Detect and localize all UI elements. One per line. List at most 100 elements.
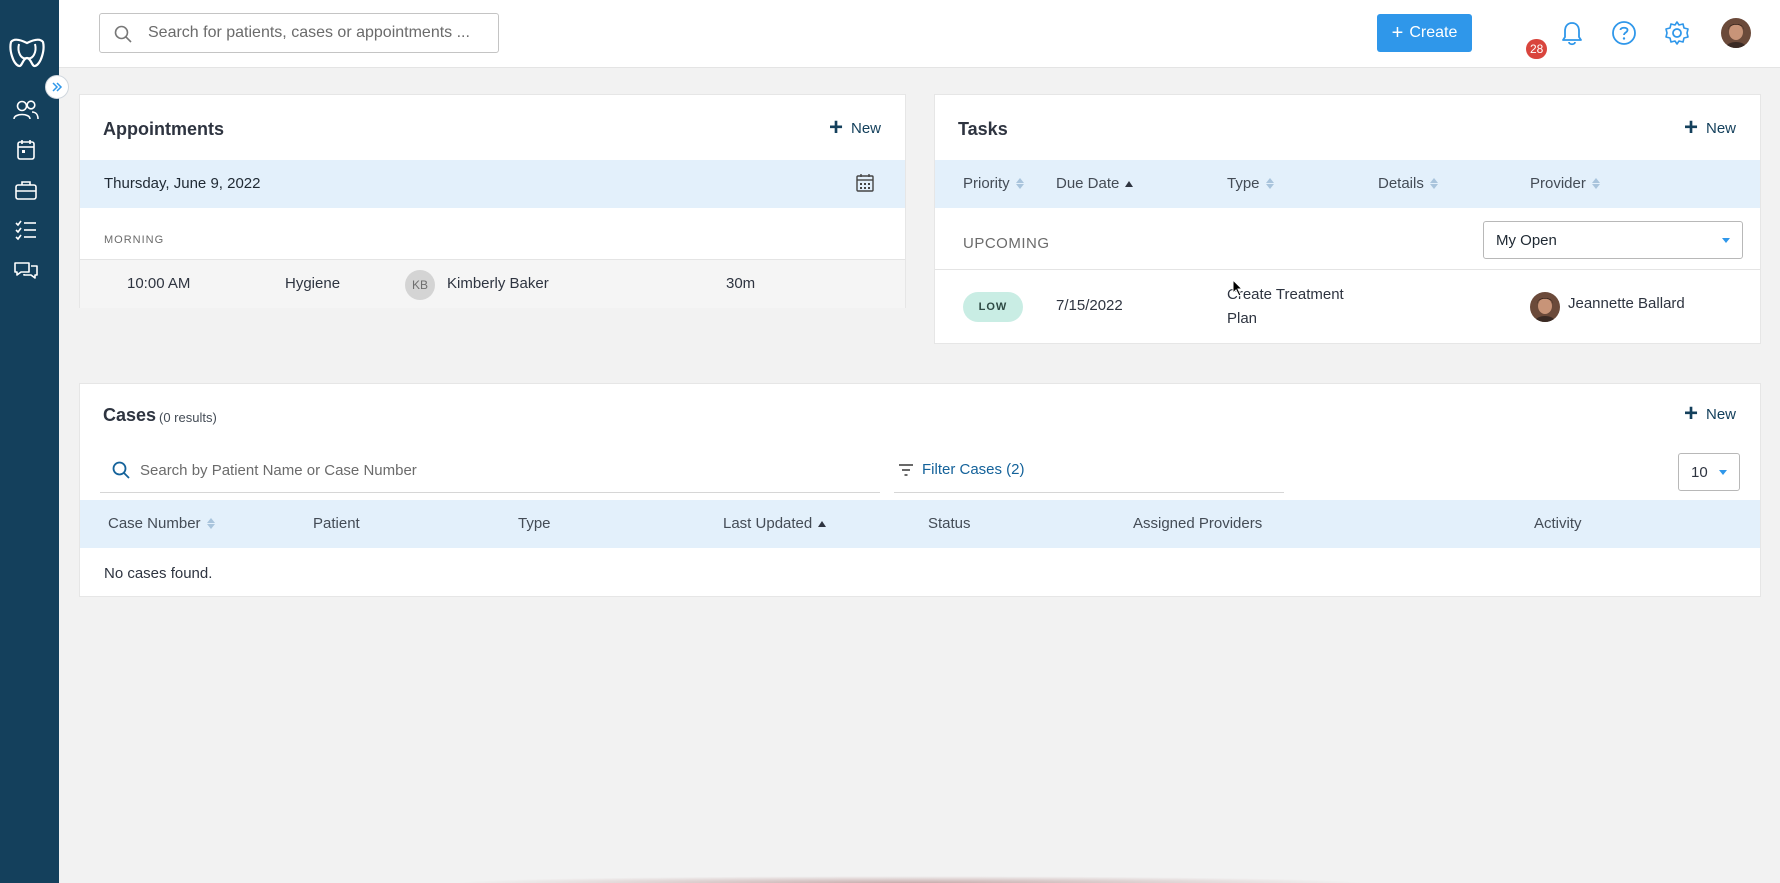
- plus-icon: +: [1391, 22, 1404, 44]
- sidebar-expand-button[interactable]: [45, 75, 69, 99]
- provider-photo: [1530, 292, 1560, 322]
- appointments-card: Appointments + New Thursday, June 9, 202…: [79, 94, 906, 308]
- column-header-priority[interactable]: Priority: [963, 175, 1024, 192]
- sort-icon: [1015, 178, 1024, 189]
- sort-icon: [1265, 178, 1274, 189]
- user-avatar[interactable]: [1721, 18, 1751, 48]
- case-search-input[interactable]: [140, 455, 860, 485]
- users-icon[interactable]: [12, 98, 40, 122]
- create-button[interactable]: + Create: [1377, 14, 1472, 52]
- plus-icon: +: [828, 114, 843, 141]
- chevron-down-icon: [1719, 470, 1727, 475]
- task-filter-select[interactable]: My Open: [1483, 221, 1743, 259]
- column-header-due-date[interactable]: Due Date: [1056, 175, 1134, 192]
- column-label: Priority: [963, 175, 1010, 192]
- task-filter-value: My Open: [1496, 232, 1557, 249]
- provider-avatar: [1530, 292, 1560, 322]
- column-label: Details: [1378, 175, 1424, 192]
- priority-badge: LOW: [963, 292, 1023, 322]
- create-button-label: Create: [1409, 24, 1458, 41]
- filter-cases-label: Filter Cases (2): [922, 461, 1025, 478]
- task-due-date: 7/15/2022: [1056, 297, 1123, 314]
- appointment-patient: Kimberly Baker: [447, 275, 549, 292]
- column-header-details[interactable]: Details: [1378, 175, 1438, 192]
- sort-icon: [1591, 178, 1600, 189]
- search-icon: [112, 461, 130, 479]
- sort-ascending-icon: [818, 520, 827, 527]
- column-header-activity[interactable]: Activity: [1534, 515, 1582, 532]
- user-photo: [1721, 18, 1751, 48]
- column-header-assigned-providers[interactable]: Assigned Providers: [1133, 515, 1262, 532]
- sort-icon: [1429, 178, 1438, 189]
- checklist-icon[interactable]: [12, 218, 40, 242]
- column-header-patient[interactable]: Patient: [313, 515, 360, 532]
- column-label: Patient: [313, 515, 360, 532]
- global-search[interactable]: [99, 13, 499, 53]
- cases-empty-message: No cases found.: [104, 565, 213, 582]
- task-provider: Jeannette Ballard: [1568, 295, 1685, 312]
- column-header-type[interactable]: Type: [518, 515, 551, 532]
- column-label: Status: [928, 515, 971, 532]
- column-header-type[interactable]: Type: [1227, 175, 1274, 192]
- appointment-time: 10:00 AM: [127, 275, 191, 292]
- column-header-last-updated[interactable]: Last Updated: [723, 515, 827, 532]
- tasks-title: Tasks: [958, 119, 1008, 139]
- help-icon[interactable]: [1610, 19, 1638, 47]
- sidebar: [0, 0, 59, 883]
- calendar-picker-icon[interactable]: [855, 173, 875, 193]
- filter-cases-button[interactable]: Filter Cases (2): [894, 449, 1284, 493]
- cases-result-count: (0 results): [159, 410, 217, 425]
- new-case-link[interactable]: + New: [1684, 402, 1736, 426]
- tasks-table-header: Priority Due Date Type Details Provider: [935, 160, 1760, 208]
- column-label: Type: [518, 515, 551, 532]
- sort-ascending-icon: [1125, 180, 1134, 187]
- column-label: Due Date: [1056, 175, 1120, 192]
- new-case-label: New: [1705, 405, 1736, 423]
- briefcase-icon[interactable]: [12, 178, 40, 202]
- page-size-select[interactable]: 10: [1678, 453, 1740, 491]
- column-label: Provider: [1530, 175, 1586, 192]
- column-label: Type: [1227, 175, 1260, 192]
- column-header-case-number[interactable]: Case Number: [108, 515, 215, 532]
- new-task-label: New: [1705, 119, 1736, 137]
- bell-icon[interactable]: [1558, 19, 1586, 47]
- column-label: Activity: [1534, 515, 1582, 532]
- appointments-title: Appointments: [103, 119, 224, 139]
- page-size-value: 10: [1691, 464, 1708, 481]
- mouse-cursor-icon: [1232, 279, 1244, 297]
- cases-table-header: Case Number Patient Type Last Updated St…: [80, 500, 1760, 548]
- sort-icon: [206, 518, 215, 529]
- cases-title: Cases: [103, 405, 157, 425]
- task-row[interactable]: LOW 7/15/2022 Create Treatment Plan Jean…: [935, 269, 1760, 344]
- cases-card: Cases (0 results) + New Filter Cases (2)…: [79, 383, 1761, 597]
- notification-count-badge: 28: [1526, 39, 1548, 59]
- chevron-down-icon: [1722, 238, 1730, 243]
- appointment-duration: 30m: [726, 275, 756, 292]
- column-label: Last Updated: [723, 515, 813, 532]
- appointment-row[interactable]: 10:00 AM Hygiene KB Kimberly Baker 30m: [80, 259, 905, 308]
- new-task-link[interactable]: + New: [1684, 116, 1736, 140]
- top-bar: [59, 0, 1780, 68]
- double-chevron-right-icon: [52, 82, 63, 92]
- tasks-card: Tasks + New Priority Due Date Type Detai…: [934, 94, 1761, 344]
- column-header-provider[interactable]: Provider: [1530, 175, 1600, 192]
- global-search-input[interactable]: [148, 14, 488, 52]
- gear-icon[interactable]: [1663, 19, 1691, 47]
- new-appointment-link[interactable]: + New: [829, 116, 881, 140]
- case-search[interactable]: [100, 449, 880, 493]
- search-icon: [114, 25, 132, 43]
- plus-icon: +: [1683, 400, 1698, 427]
- appointment-type: Hygiene: [285, 275, 341, 292]
- upcoming-group-label: UPCOMING: [963, 235, 1050, 252]
- plus-icon: +: [1683, 114, 1698, 141]
- column-header-status[interactable]: Status: [928, 515, 971, 532]
- patient-avatar: KB: [405, 270, 435, 300]
- bottom-shadow: [450, 876, 1370, 883]
- filter-icon: [899, 464, 913, 476]
- task-type: Create Treatment Plan: [1227, 286, 1344, 327]
- calendar-icon[interactable]: [12, 138, 40, 162]
- brand-logo[interactable]: [7, 36, 47, 70]
- appointment-date-bar: Thursday, June 9, 2022: [80, 160, 905, 208]
- chat-icon[interactable]: [12, 258, 40, 282]
- column-label: Assigned Providers: [1133, 515, 1263, 532]
